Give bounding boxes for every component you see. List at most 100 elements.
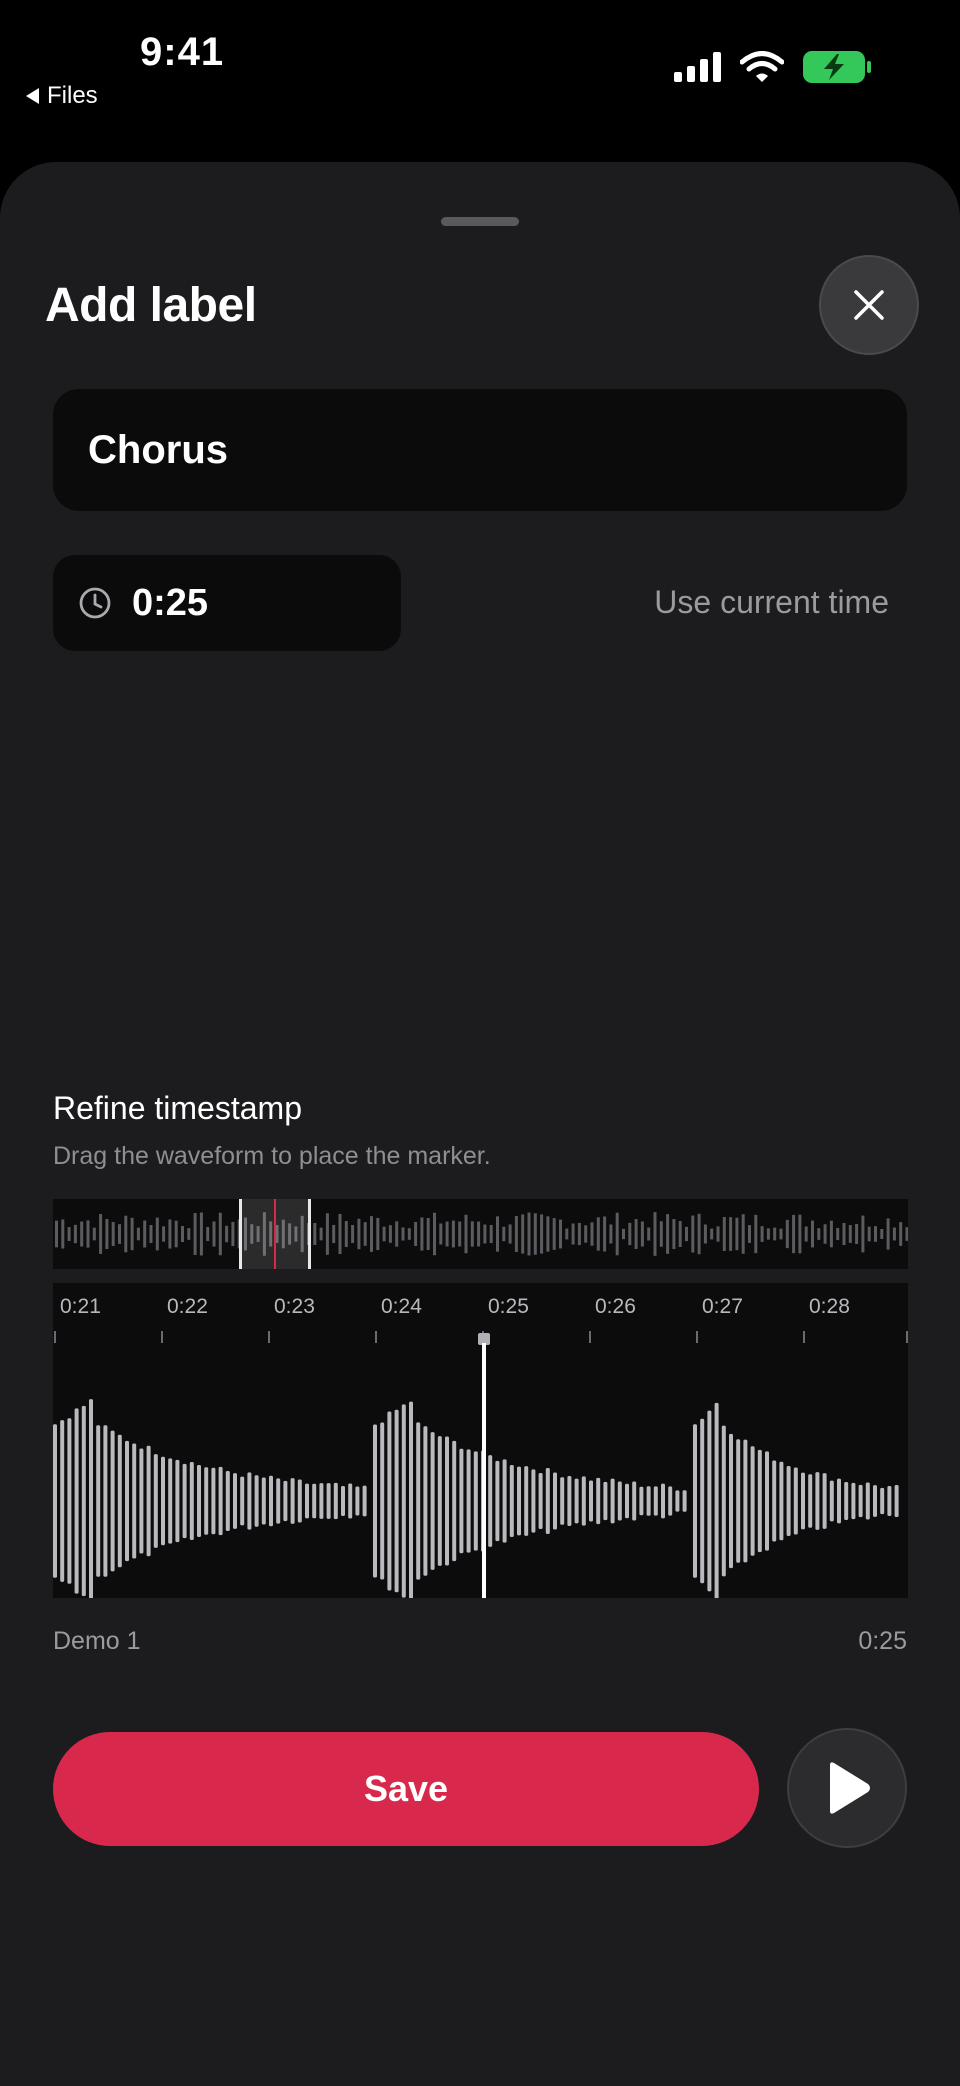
detail-waveform-svg[interactable]: 0:21 0:22 0:23 0:24 0:25 0:26 0:27 0:28 <box>53 1283 908 1598</box>
waveform-bar <box>67 1418 72 1584</box>
waveform-bar <box>53 1424 57 1578</box>
time-tick-label: 0:28 <box>809 1295 850 1318</box>
save-button[interactable]: Save <box>53 1732 759 1846</box>
overview-bar <box>111 1222 115 1246</box>
overview-bar <box>773 1227 777 1241</box>
waveform-bar <box>829 1480 834 1522</box>
waveform-bar <box>574 1478 579 1524</box>
overview-bar <box>61 1219 65 1249</box>
detail-waveform[interactable]: 0:21 0:22 0:23 0:24 0:25 0:26 0:27 0:28 <box>53 1283 908 1598</box>
overview-bar <box>218 1212 222 1256</box>
waveform-bar <box>204 1467 209 1535</box>
overview-bar <box>55 1220 58 1248</box>
overview-bar <box>590 1222 594 1246</box>
waveform-bar <box>459 1448 464 1554</box>
time-tick-mark <box>803 1331 805 1343</box>
overview-bar <box>609 1224 613 1244</box>
waveform-bar <box>117 1434 122 1568</box>
waveform-bar <box>793 1467 798 1535</box>
overview-bar <box>886 1218 890 1250</box>
waveform-bar <box>341 1486 345 1516</box>
waveform-bar <box>394 1409 399 1593</box>
time-tick-label: 0:21 <box>60 1295 101 1318</box>
refine-timestamp-subtitle: Drag the waveform to place the marker. <box>53 1142 491 1170</box>
waveform-bar <box>700 1418 705 1584</box>
waveform-bar <box>326 1483 331 1519</box>
refine-timestamp-title: Refine timestamp <box>53 1090 302 1126</box>
waveform-bar <box>757 1449 762 1553</box>
overview-bar <box>206 1226 210 1242</box>
overview-bar <box>760 1226 764 1242</box>
back-to-files-link[interactable]: Files <box>26 82 98 110</box>
timestamp-value: 0:25 <box>132 581 209 624</box>
play-button[interactable] <box>787 1728 907 1848</box>
waveform-bar <box>639 1486 644 1516</box>
waveform-bar <box>661 1483 665 1519</box>
waveform-bar <box>81 1405 86 1597</box>
close-button[interactable] <box>819 255 919 355</box>
waveform-bar <box>197 1464 201 1538</box>
waveform-bar <box>175 1459 180 1543</box>
waveform-bar <box>610 1478 615 1524</box>
timestamp-field[interactable]: 0:25 <box>53 555 401 651</box>
overview-bar <box>622 1228 625 1240</box>
overview-bar <box>710 1228 714 1240</box>
waveform-bar <box>182 1463 187 1539</box>
waveform-bar <box>146 1445 151 1557</box>
waveform-bar <box>736 1439 741 1563</box>
overview-bar <box>118 1224 121 1244</box>
overview-bar <box>628 1222 632 1246</box>
time-tick-mark <box>268 1331 270 1343</box>
overview-bar <box>899 1222 903 1246</box>
overview-bar <box>836 1227 840 1241</box>
overview-bar <box>653 1212 657 1256</box>
track-name: Demo 1 <box>53 1627 141 1655</box>
waveform-bar <box>488 1455 493 1547</box>
overview-bar <box>130 1217 134 1251</box>
overview-bar <box>439 1223 443 1245</box>
overview-bar <box>533 1213 537 1255</box>
overview-bar <box>716 1226 720 1242</box>
overview-waveform[interactable] <box>53 1199 908 1269</box>
waveform-bar <box>646 1486 651 1516</box>
waveform-bar <box>211 1467 216 1535</box>
overview-bar <box>685 1226 688 1242</box>
waveform-bar <box>409 1401 413 1598</box>
waveform-bar <box>668 1486 673 1516</box>
status-bar: 9:41 Files <box>0 0 960 160</box>
waveform-bar <box>844 1481 849 1521</box>
overview-bar <box>571 1223 575 1245</box>
waveform-bar <box>312 1483 317 1519</box>
waveform-bar <box>815 1472 820 1530</box>
waveform-bar <box>89 1399 93 1598</box>
overview-bar <box>313 1223 317 1245</box>
overview-bar <box>451 1220 455 1248</box>
overview-bar <box>489 1224 493 1244</box>
waveform-bar <box>653 1486 658 1516</box>
overview-bar <box>174 1220 178 1248</box>
overview-bar <box>584 1225 588 1243</box>
overview-bar <box>445 1221 449 1247</box>
label-name-input[interactable] <box>53 389 907 511</box>
waveform-bar <box>894 1484 899 1518</box>
overview-bar <box>73 1224 77 1244</box>
use-current-time-button[interactable]: Use current time <box>654 584 889 621</box>
overview-bar <box>861 1215 865 1253</box>
overview-bar <box>867 1226 871 1242</box>
overview-bar <box>80 1221 84 1247</box>
waveform-bar <box>132 1443 137 1559</box>
waveform-bar <box>625 1483 629 1519</box>
waveform-bar <box>765 1451 769 1551</box>
overview-bar <box>332 1224 336 1244</box>
overview-bar <box>395 1221 399 1247</box>
waveform-bar <box>373 1424 377 1578</box>
overview-bar <box>168 1219 172 1249</box>
overview-bar <box>678 1221 682 1247</box>
waveform-bar <box>714 1402 719 1598</box>
sheet-grabber[interactable] <box>441 217 519 226</box>
waveform-bar <box>858 1484 863 1518</box>
waveform-bar <box>495 1460 500 1542</box>
waveform-bar <box>632 1481 637 1521</box>
overview-bar <box>99 1214 103 1254</box>
waveform-bar <box>168 1458 173 1544</box>
